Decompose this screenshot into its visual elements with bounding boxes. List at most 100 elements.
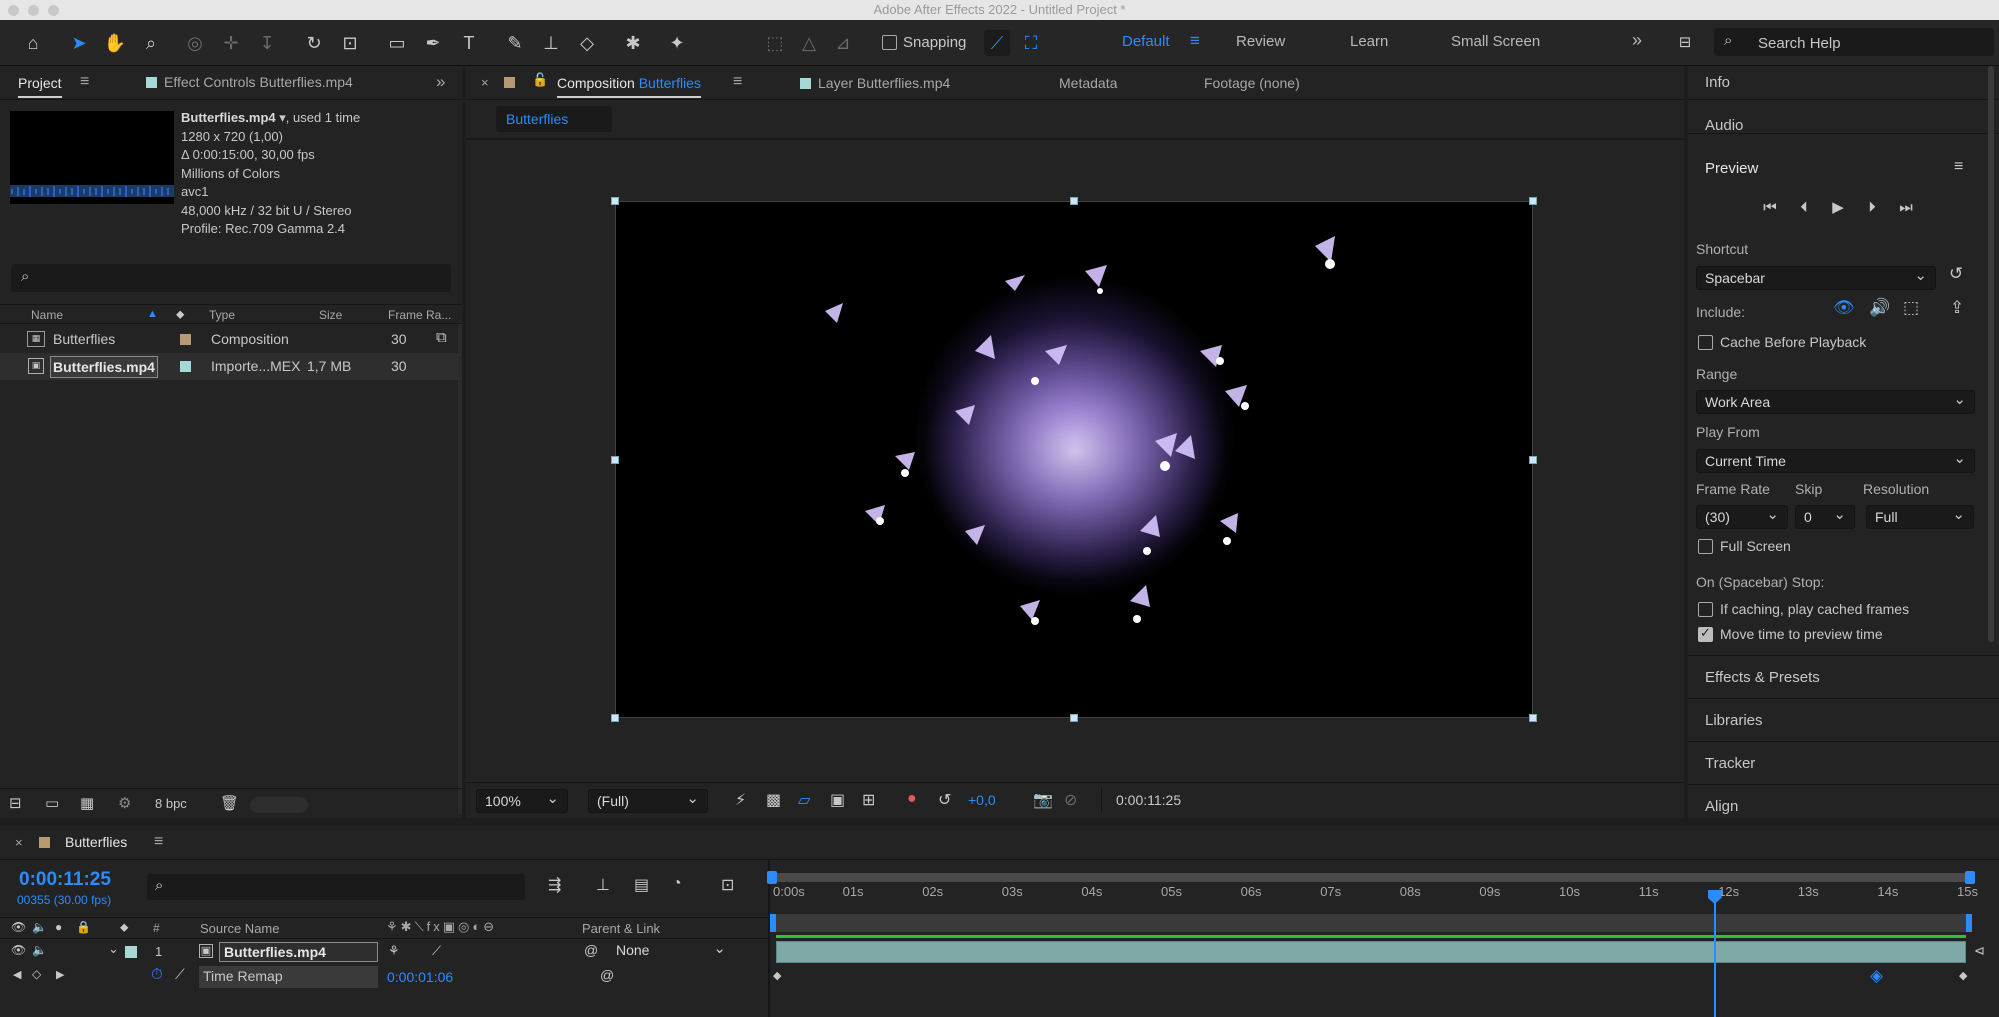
snapping-checkbox[interactable]	[882, 35, 897, 50]
puppet-tool-icon[interactable]: ✦	[664, 30, 690, 56]
column-frame-rate[interactable]: Frame Ra...	[388, 308, 451, 322]
home-icon[interactable]: ⌂	[20, 30, 46, 56]
brush-tool-icon[interactable]: ✎	[502, 30, 528, 56]
zoom-tool-icon[interactable]: ⌕	[138, 30, 164, 56]
workspace-switcher-icon[interactable]: ⊟	[1672, 30, 1698, 56]
tab-layer[interactable]: Layer Butterflies.mp4	[800, 75, 950, 91]
transform-handle[interactable]	[611, 456, 619, 464]
zoom-dropdown[interactable]: 100%	[476, 789, 568, 813]
axis-world-icon[interactable]: △	[796, 30, 822, 56]
label-column-icon[interactable]: ⬥	[120, 920, 128, 935]
axis-local-icon[interactable]: ⬚	[762, 30, 788, 56]
sort-ascending-icon[interactable]: ▲	[147, 308, 158, 320]
rotation-tool-icon[interactable]: ↻	[301, 30, 327, 56]
lock-icon[interactable]: 🔓	[532, 72, 548, 88]
cache-before-playback-checkbox[interactable]	[1698, 335, 1713, 350]
new-composition-icon[interactable]: ▦	[80, 794, 94, 812]
transform-handle[interactable]	[1529, 197, 1537, 205]
bit-depth-button[interactable]: 8 bpc	[155, 796, 187, 811]
column-source-name[interactable]: Source Name	[200, 921, 279, 936]
workspace-small-screen[interactable]: Small Screen	[1451, 33, 1540, 50]
show-snapshot-icon[interactable]: ⊘	[1064, 790, 1077, 810]
layer-row[interactable]: 👁 🔈 ⌄ 1 ▣ Butterflies.mp4 ⚘ ⟋ @ None	[0, 939, 768, 963]
layer-switches-icons[interactable]: ⚘✱⟍fx▣◎◐⊖	[386, 919, 497, 935]
include-audio-icon[interactable]: 🔊	[1869, 298, 1890, 318]
fast-previews-icon[interactable]: ⚡	[735, 790, 746, 810]
footage-name[interactable]: Butterflies.mp4	[181, 110, 276, 125]
full-screen-checkbox[interactable]	[1698, 539, 1713, 554]
time-navigator[interactable]	[771, 873, 1971, 882]
more-workspaces-icon[interactable]: »	[1632, 30, 1642, 51]
timeline-menu-icon[interactable]: ≡	[154, 833, 163, 851]
hand-tool-icon[interactable]: ✋	[102, 30, 128, 56]
work-area-start[interactable]	[770, 914, 776, 932]
resolution-dropdown[interactable]: (Full)	[588, 789, 708, 813]
solo-switch-icon[interactable]: ●	[55, 920, 62, 934]
preview-section-title[interactable]: Preview	[1705, 160, 1758, 177]
transform-handle[interactable]	[1070, 714, 1078, 722]
include-overlays-icon[interactable]: ⬚	[1903, 298, 1919, 318]
export-icon[interactable]: ⇪	[1950, 298, 1964, 318]
pan-camera-icon[interactable]: ✛	[218, 30, 244, 56]
frame-rate-dropdown[interactable]: (30)	[1696, 505, 1788, 529]
tab-footage[interactable]: Footage (none)	[1204, 75, 1300, 91]
reset-shortcut-icon[interactable]: ↺	[1949, 264, 1963, 284]
next-frame-icon[interactable]: ⏵	[1855, 199, 1889, 216]
tab-timeline[interactable]: Butterflies	[39, 834, 127, 850]
info-section-title[interactable]: Info	[1705, 74, 1730, 91]
selection-tool-icon[interactable]: ➤	[66, 30, 92, 56]
footage-menu-chevron-icon[interactable]: ▾	[276, 110, 286, 125]
close-timeline-icon[interactable]: ×	[15, 835, 23, 850]
stopwatch-icon[interactable]: ⏱	[151, 966, 163, 983]
new-folder-icon[interactable]: ▭	[45, 794, 59, 812]
effects-presets-section[interactable]: Effects & Presets	[1705, 669, 1820, 686]
next-keyframe-icon[interactable]: ▶	[56, 968, 64, 981]
channel-icon[interactable]: ●	[907, 790, 917, 808]
exposure-value[interactable]: +0,0	[968, 792, 996, 808]
composition-flowchart-icon[interactable]: ⇶	[548, 875, 561, 895]
keyframe-selected[interactable]: ◈	[1870, 966, 1883, 986]
workspace-default[interactable]: Default	[1122, 33, 1170, 50]
label-swatch[interactable]	[180, 361, 191, 372]
shy-switch-icon[interactable]: ⚘	[388, 943, 400, 959]
graph-toggle-icon[interactable]: ⟋	[175, 966, 185, 983]
keyframe-start[interactable]: ◆	[773, 969, 781, 982]
layer-name[interactable]: Butterflies.mp4	[219, 942, 378, 962]
orbit-camera-icon[interactable]: ◎	[182, 30, 208, 56]
adjust-project-settings-icon[interactable]: ⚙	[118, 794, 131, 812]
transform-handle[interactable]	[611, 197, 619, 205]
navigator-start-handle[interactable]	[767, 871, 777, 884]
snapshot-icon[interactable]: 📷	[1033, 790, 1053, 810]
grid-guides-icon[interactable]: ⊞	[862, 790, 875, 810]
layer-duration-bar[interactable]	[776, 941, 1966, 963]
resolution-dropdown-preview[interactable]: Full	[1866, 505, 1974, 529]
label-swatch[interactable]	[180, 334, 191, 345]
project-search-input[interactable]: ⌕	[11, 264, 451, 292]
expand-panel-icon[interactable]: »	[436, 72, 445, 92]
dolly-camera-icon[interactable]: ↧	[254, 30, 280, 56]
property-name[interactable]: Time Remap	[199, 966, 378, 988]
region-of-interest-icon[interactable]: ▣	[830, 790, 845, 810]
breadcrumb[interactable]: Butterflies	[496, 106, 612, 132]
skip-dropdown[interactable]: 0	[1795, 505, 1855, 529]
roto-brush-tool-icon[interactable]: ✱	[620, 30, 646, 56]
quality-switch-icon[interactable]: ⟋	[432, 943, 441, 959]
right-panel-scrollbar[interactable]	[1988, 66, 1994, 642]
close-window-button[interactable]	[8, 5, 19, 16]
thumbnail-slider[interactable]	[250, 797, 308, 813]
project-scrollbar[interactable]	[458, 324, 462, 814]
viewer-current-time[interactable]: 0:00:11:25	[1101, 787, 1219, 813]
tab-metadata[interactable]: Metadata	[1059, 75, 1117, 91]
shortcut-dropdown[interactable]: Spacebar	[1696, 266, 1936, 290]
project-item-row[interactable]: ▣ Butterflies.mp4 Importe...MEX 1,7 MB 3…	[0, 353, 458, 380]
work-area-bar[interactable]	[775, 914, 1969, 932]
tracker-section[interactable]: Tracker	[1705, 755, 1755, 772]
work-area-end[interactable]	[1966, 914, 1972, 932]
timeline-current-time[interactable]: 0:00:11:25	[19, 869, 111, 891]
navigator-end-handle[interactable]	[1965, 871, 1975, 884]
tab-composition[interactable]: Composition Butterflies	[557, 75, 701, 98]
range-dropdown[interactable]: Work Area	[1696, 390, 1975, 414]
motion-blur-icon[interactable]: ◔	[672, 875, 682, 893]
reset-exposure-icon[interactable]: ↺	[938, 790, 951, 810]
axis-view-icon[interactable]: ⊿	[830, 30, 856, 56]
